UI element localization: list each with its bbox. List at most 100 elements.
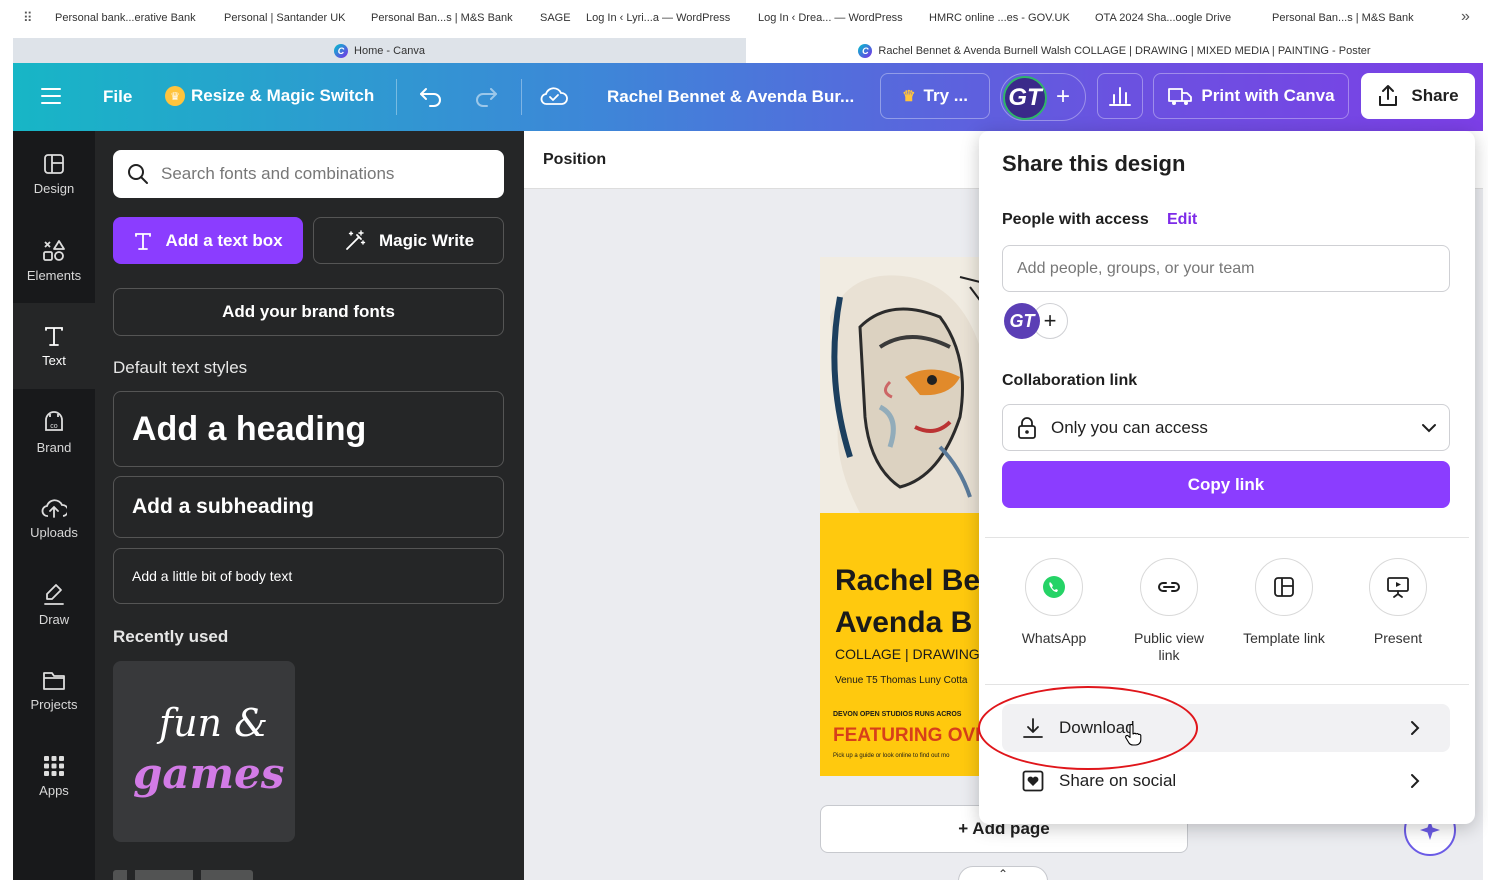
bookmark-item[interactable]: HMRC online ...es - GOV.UK (929, 12, 1070, 24)
insights-button[interactable] (1097, 73, 1143, 119)
undo-icon[interactable] (418, 84, 444, 108)
option-label: Public view link (1133, 630, 1205, 663)
poster-artwork (820, 257, 990, 513)
bookmark-item[interactable]: Personal | Santander UK (224, 12, 345, 24)
add-heading-button[interactable]: Add a heading (113, 391, 504, 467)
nav-draw[interactable]: Draw (13, 561, 95, 647)
share-option-public-link[interactable]: Public view link (1119, 558, 1219, 664)
collaborators-group[interactable]: GT + (1000, 73, 1086, 121)
position-button[interactable]: Position (543, 151, 606, 169)
add-body-text-button[interactable]: Add a little bit of body text (113, 548, 504, 604)
access-level-select[interactable]: Only you can access (1002, 404, 1450, 451)
nav-brand[interactable]: co Brand (13, 389, 95, 475)
bookmarks-more-icon[interactable]: » (1461, 8, 1470, 26)
avatar[interactable]: GT (1003, 76, 1047, 120)
add-people-placeholder: Add people, groups, or your team (1017, 259, 1255, 277)
search-icon (128, 164, 148, 184)
collab-link-label: Collaboration link (1002, 372, 1138, 389)
print-with-canva-button[interactable]: Print with Canva (1153, 73, 1349, 119)
bookmarks-bar: ⠿ Personal bank...erative Bank Personal … (13, 0, 1483, 38)
copy-link-button[interactable]: Copy link (1002, 461, 1450, 508)
bookmark-item[interactable]: Log In ‹ Drea... — WordPress (758, 12, 903, 24)
poster-page[interactable]: Rachel Be Avenda B COLLAGE | DRAWING Ven… (820, 257, 990, 776)
magic-write-button[interactable]: Magic Write (313, 217, 504, 264)
share-option-present[interactable]: Present (1348, 558, 1448, 647)
magic-wand-icon (346, 229, 366, 250)
present-icon (1369, 558, 1427, 616)
try-pro-button[interactable]: ♛ Try ... (880, 73, 990, 119)
nav-uploads[interactable]: Uploads (13, 475, 95, 561)
next-section-heading (113, 866, 253, 880)
nav-label: Uploads (30, 524, 78, 540)
nav-label: Projects (30, 696, 78, 712)
people-access-label: People with access (1002, 211, 1149, 228)
bookmark-item[interactable]: SAGE (540, 12, 571, 24)
poster-venue: Venue T5 Thomas Luny Cotta (835, 675, 968, 686)
recent-line2: games (133, 749, 285, 798)
tab-poster[interactable]: C Rachel Bennet & Avenda Burnell Walsh C… (746, 38, 1483, 63)
editor-header: File ♛ Resize & Magic Switch Rachel Benn… (13, 63, 1483, 131)
uploads-icon (41, 498, 67, 518)
cloud-saved-icon[interactable] (540, 85, 568, 107)
poster-small-text: DEVON OPEN STUDIOS RUNS ACROS (833, 711, 962, 718)
nav-label: Elements (26, 267, 82, 283)
chevron-down-icon (1422, 424, 1436, 433)
option-label: WhatsApp (1021, 630, 1087, 646)
heading-label: Add a heading (132, 409, 367, 448)
add-brand-fonts-button[interactable]: Add your brand fonts (113, 288, 504, 336)
bookmark-item[interactable]: Personal bank...erative Bank (55, 12, 196, 24)
share-title: Share this design (1002, 151, 1186, 176)
access-value: Only you can access (1051, 417, 1208, 437)
divider (396, 79, 397, 115)
bookmark-item[interactable]: Personal Ban...s | M&S Bank (371, 12, 513, 24)
add-subheading-button[interactable]: Add a subheading (113, 476, 504, 538)
link-icon (1140, 558, 1198, 616)
template-icon (1255, 558, 1313, 616)
divider (985, 684, 1469, 685)
chevron-right-icon (1411, 721, 1420, 735)
add-people-input[interactable]: Add people, groups, or your team (1002, 245, 1450, 292)
resize-magic-switch-button[interactable]: ♛ Resize & Magic Switch (165, 86, 374, 106)
document-title[interactable]: Rachel Bennet & Avenda Bur... (607, 87, 854, 107)
hand-cursor-icon (1124, 724, 1142, 746)
redo-icon[interactable] (473, 84, 499, 108)
tab-home[interactable]: C Home - Canva (13, 38, 746, 63)
text-icon (135, 232, 152, 250)
poster-name-line1: Rachel Be (835, 564, 981, 597)
brand-icon: co (45, 410, 63, 431)
apps-icon (44, 755, 64, 776)
nav-text[interactable]: Text (13, 303, 95, 389)
nav-design[interactable]: Design (13, 131, 95, 217)
share-option-whatsapp[interactable]: WhatsApp (1004, 558, 1104, 647)
upload-share-icon (1379, 85, 1398, 106)
divider (985, 537, 1469, 538)
recent-font-combo[interactable]: fun & games (113, 661, 295, 842)
edit-access-link[interactable]: Edit (1167, 211, 1197, 229)
add-text-box-button[interactable]: Add a text box (113, 217, 303, 264)
nav-label: Apps (39, 782, 69, 798)
projects-icon (43, 671, 65, 690)
chevron-up-icon: ⌃ (997, 867, 1009, 880)
nav-apps[interactable]: Apps (13, 733, 95, 819)
resize-label: Resize & Magic Switch (191, 86, 375, 105)
menu-icon[interactable] (41, 87, 61, 105)
apps-grid-icon[interactable]: ⠿ (23, 10, 34, 26)
poster-subtitle: COLLAGE | DRAWING (835, 646, 980, 662)
share-button[interactable]: Share (1361, 73, 1475, 119)
design-icon (44, 153, 64, 174)
nav-projects[interactable]: Projects (13, 647, 95, 733)
bookmark-item[interactable]: Personal Ban...s | M&S Bank (1272, 12, 1414, 24)
nav-elements[interactable]: Elements (13, 217, 95, 303)
default-styles-heading: Default text styles (113, 358, 248, 377)
print-label: Print with Canva (1201, 86, 1335, 105)
annotation-ellipse (978, 686, 1198, 770)
pages-toggle[interactable]: ⌃ (958, 866, 1048, 880)
share-option-template-link[interactable]: Template link (1234, 558, 1334, 647)
poster-featuring: FEATURING OVE (833, 725, 988, 746)
bookmark-item[interactable]: Log In ‹ Lyri...a — WordPress (586, 12, 730, 24)
bookmark-item[interactable]: OTA 2024 Sha...oogle Drive (1095, 12, 1231, 24)
font-search-input[interactable]: Search fonts and combinations (113, 150, 504, 198)
file-menu[interactable]: File (103, 87, 132, 107)
avatar[interactable]: GT (1004, 303, 1040, 339)
add-collaborator-icon[interactable]: + (1056, 83, 1070, 111)
